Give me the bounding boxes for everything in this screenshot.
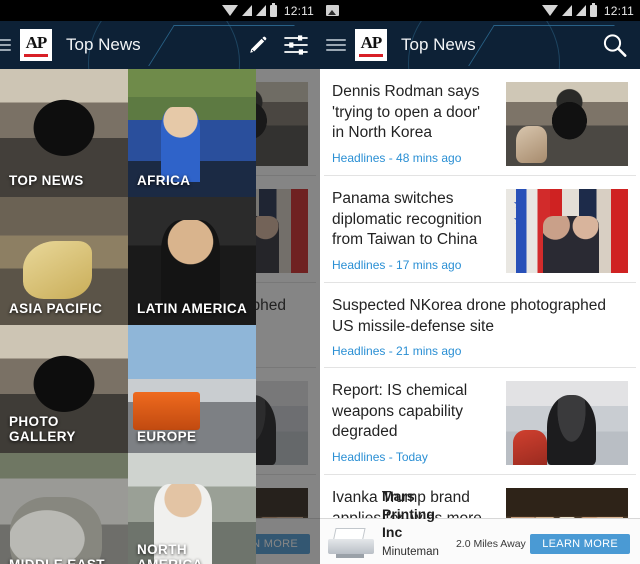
drawer-tile-europe[interactable]: EUROPE (128, 325, 256, 453)
drawer-tile-label: AFRICA (137, 173, 191, 188)
status-bar-right: 12:11 (320, 0, 640, 21)
ad-learn-more-button[interactable]: LEARN MORE (530, 534, 630, 554)
signal-icon (561, 5, 572, 16)
search-button[interactable] (601, 32, 628, 59)
page-title-left: Top News (66, 35, 141, 54)
status-bar-system-icons-left: 12:11 (221, 2, 314, 18)
story-thumbnail (506, 381, 628, 466)
ad-title: Mars Printing Inc (382, 487, 435, 540)
drawer-tile-label: LATIN AMERICA (137, 301, 248, 316)
ap-logo-text: AP (25, 32, 48, 52)
screenshot-icon (326, 5, 339, 16)
story-title: Panama switches diplomatic recognition f… (332, 190, 482, 249)
drawer-tile-middle-east[interactable]: MIDDLE EAST (0, 453, 128, 564)
navigation-drawer: TOP NEWS AFRICA ASIA PACIFIC LATIN AMERI… (0, 69, 256, 564)
drawer-tile-label: TOP NEWS (9, 173, 84, 188)
ad-distance: 2.0 Miles Away (455, 538, 526, 550)
dual-screenshot-container: 12:11 AP Top News ★ ★ TOP NEWS AFRICA AS… (0, 0, 640, 564)
story-text: Suspected NKorea drone photographed US m… (332, 296, 628, 358)
news-list[interactable]: Dennis Rodman says 'trying to open a doo… (320, 69, 640, 564)
story-item[interactable]: Panama switches diplomatic recognition f… (320, 176, 640, 282)
drawer-tile-top-news[interactable]: TOP NEWS (0, 69, 128, 197)
story-title: Dennis Rodman says 'trying to open a doo… (332, 83, 481, 142)
page-title-right: Top News (401, 35, 476, 54)
signal-icon (255, 5, 266, 16)
status-bar-left: 12:11 (0, 0, 320, 21)
printer-icon (328, 526, 374, 558)
story-item[interactable]: Suspected NKorea drone photographed US m… (320, 283, 640, 368)
wifi-icon (541, 5, 558, 16)
left-phone-screen: 12:11 AP Top News ★ ★ TOP NEWS AFRICA AS… (0, 0, 320, 564)
hamburger-icon[interactable] (326, 39, 346, 51)
battery-icon (269, 2, 277, 17)
drawer-tile-label: NORTH AMERICA (137, 542, 202, 564)
ap-logo: AP (355, 29, 387, 61)
story-item[interactable]: Dennis Rodman says 'trying to open a doo… (320, 69, 640, 175)
story-title: Report: IS chemical weapons capability d… (332, 382, 468, 441)
status-bar-clock: 12:11 (283, 3, 314, 18)
drawer-tile-label: PHOTO GALLERY (9, 414, 76, 444)
story-text: Dennis Rodman says 'trying to open a doo… (332, 82, 496, 165)
story-item[interactable]: Report: IS chemical weapons capability d… (320, 368, 640, 475)
drawer-tile-photo-gallery[interactable]: PHOTO GALLERY (0, 325, 128, 453)
right-phone-screen: 12:11 AP Top News Dennis Rodman says 'tr… (320, 0, 640, 564)
story-meta: Headlines - 48 mins ago (332, 150, 462, 165)
battery-icon (589, 2, 597, 17)
ad-action-area: 2.0 Miles Away LEARN MORE (456, 529, 632, 554)
wifi-icon (221, 5, 238, 16)
status-bar-system-icons-right: 12:11 (541, 2, 634, 18)
ad-text: Mars Printing Inc Minuteman Press- Brook… (382, 488, 456, 564)
story-meta: Headlines - Today (332, 450, 428, 465)
ap-logo: AP (20, 29, 52, 61)
story-thumbnail (506, 189, 628, 273)
settings-sliders-button[interactable] (284, 34, 308, 56)
app-bar-right: AP Top News (320, 21, 640, 69)
edit-button[interactable] (246, 33, 270, 57)
app-bar-left: AP Top News (0, 21, 320, 69)
drawer-tile-latin-america[interactable]: LATIN AMERICA (128, 197, 256, 325)
story-meta: Headlines - 17 mins ago (332, 257, 462, 272)
status-bar-notifications-right (326, 5, 542, 16)
drawer-tile-africa[interactable]: AFRICA (128, 69, 256, 197)
ad-subtitle: Minuteman Press- Brooklyn (382, 545, 439, 564)
ad-banner-right[interactable]: Mars Printing Inc Minuteman Press- Brook… (320, 488, 640, 564)
signal-icon (575, 5, 586, 16)
hamburger-icon[interactable] (0, 39, 11, 51)
story-thumbnail (506, 82, 628, 166)
signal-icon (241, 5, 252, 16)
ap-logo-text: AP (360, 32, 383, 52)
drawer-tile-label: ASIA PACIFIC (9, 301, 103, 316)
app-bar-actions-left (246, 33, 320, 57)
drawer-tile-north-america[interactable]: NORTH AMERICA (128, 453, 256, 564)
story-title: Suspected NKorea drone photographed US m… (332, 297, 607, 335)
story-meta: Headlines - 21 mins ago (332, 344, 462, 359)
drawer-tile-label: MIDDLE EAST (9, 557, 105, 564)
drawer-tile-label: EUROPE (137, 429, 197, 444)
status-bar-clock: 12:11 (603, 3, 634, 18)
story-text: Panama switches diplomatic recognition f… (332, 189, 496, 272)
drawer-tile-asia-pacific[interactable]: ASIA PACIFIC (0, 197, 128, 325)
app-bar-actions-right (601, 32, 640, 59)
story-text: Report: IS chemical weapons capability d… (332, 381, 496, 464)
